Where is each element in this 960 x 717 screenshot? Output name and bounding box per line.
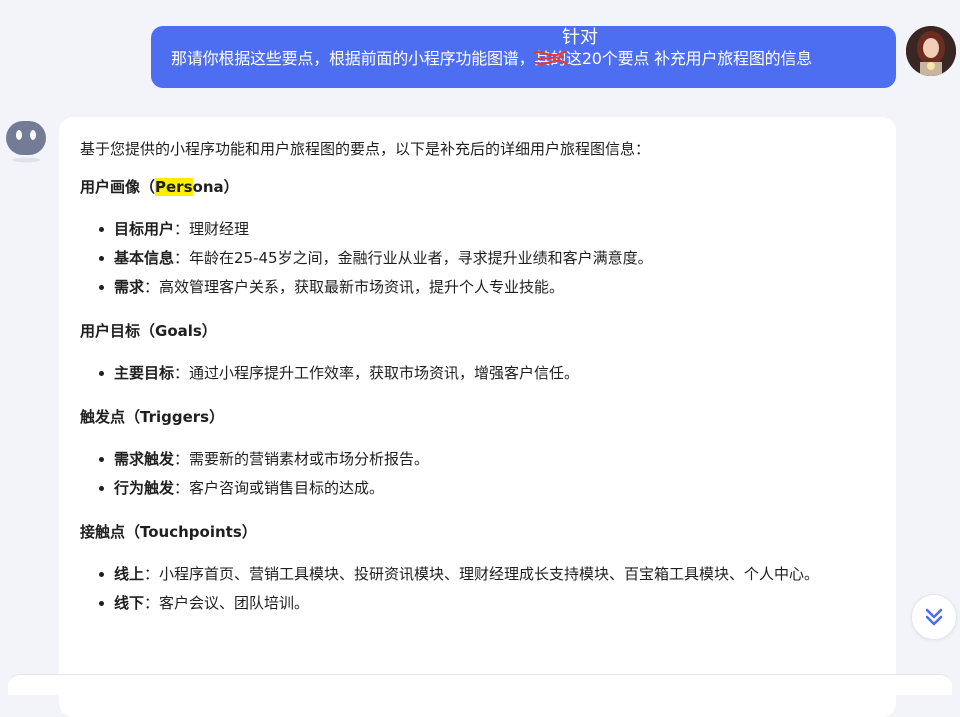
double-chevron-down-icon	[925, 608, 943, 626]
goals-list: 主要目标：通过小程序提升工作效率，获取市场资讯，增强客户信任。	[80, 359, 876, 388]
list-item: 需求触发：需要新的营销素材或市场分析报告。	[99, 445, 876, 474]
user-avatar[interactable]	[906, 26, 956, 76]
section-title-goals: 用户目标（Goals）	[80, 322, 217, 340]
section-title-persona-pre: 用户画像（	[80, 178, 156, 196]
list-item: 基本信息：年龄在25-45岁之间，金融行业从业者，寻求提升业绩和客户满意度。	[99, 244, 876, 273]
message-input-area-edge[interactable]	[8, 674, 952, 695]
item-label: 线上	[114, 565, 145, 583]
highlighted-text: Pers	[155, 178, 193, 196]
triggers-list: 需求触发：需要新的营销素材或市场分析报告。 行为触发：客户咨询或销售目标的达成。	[80, 445, 876, 503]
item-text: ：年龄在25-45岁之间，金融行业从业者，寻求提升业绩和客户满意度。	[174, 249, 653, 267]
persona-list: 目标用户：理财经理 基本信息：年龄在25-45岁之间，金融行业从业者，寻求提升业…	[80, 215, 876, 302]
list-item: 主要目标：通过小程序提升工作效率，获取市场资讯，增强客户信任。	[99, 359, 876, 388]
list-item: 行为触发：客户咨询或销售目标的达成。	[99, 474, 876, 503]
item-text: ：高效管理客户关系，获取最新市场资讯，提升个人专业技能。	[144, 278, 565, 296]
item-label: 线下	[114, 594, 145, 612]
assistant-intro-text: 基于您提供的小程序功能和用户旅程图的要点，以下是补充后的详细用户旅程图信息：	[80, 140, 651, 158]
item-text: ：需要新的营销素材或市场分析报告。	[174, 450, 430, 468]
item-text: ：理财经理	[174, 220, 250, 238]
user-photo-avatar	[906, 26, 956, 76]
inserted-correction-text: 针对	[562, 27, 598, 48]
list-item: 需求：高效管理客户关系，获取最新市场资讯，提升个人专业技能。	[99, 273, 876, 302]
touchpoints-list: 线上：小程序首页、营销工具模块、投研资讯模块、理财经理成长支持模块、百宝箱工具模…	[80, 560, 876, 618]
item-label: 需求触发	[114, 450, 175, 468]
list-item: 线上：小程序首页、营销工具模块、投研资讯模块、理财经理成长支持模块、百宝箱工具模…	[99, 560, 876, 589]
assistant-avatar	[4, 120, 48, 164]
item-text: ：通过小程序提升工作效率，获取市场资讯，增强客户信任。	[174, 364, 580, 382]
section-title-triggers: 触发点（Triggers）	[80, 408, 225, 426]
item-label: 基本信息	[114, 249, 175, 267]
struck-text-label: 其的	[534, 49, 567, 68]
item-label: 行为触发	[114, 479, 175, 497]
scroll-to-bottom-button[interactable]	[911, 594, 957, 640]
item-text: ：小程序首页、营销工具模块、投研资讯模块、理财经理成长支持模块、百宝箱工具模块、…	[144, 565, 820, 583]
item-text: ：客户咨询或销售目标的达成。	[174, 479, 385, 497]
section-title-touchpoints: 接触点（Touchpoints）	[80, 523, 257, 541]
bot-face-icon	[6, 121, 46, 163]
item-label: 目标用户	[114, 220, 175, 238]
list-item: 目标用户：理财经理	[99, 215, 876, 244]
user-message-text-after: 这20个要点 补充用户旅程图的信息	[566, 49, 813, 68]
item-label: 需求	[114, 278, 145, 296]
list-item: 线下：客户会议、团队培训。	[99, 589, 876, 618]
assistant-message-card: 基于您提供的小程序功能和用户旅程图的要点，以下是补充后的详细用户旅程图信息： 用…	[59, 117, 896, 717]
user-message-row: 那请你根据这些要点，根据前面的小程序功能图谱， 其的 这20个要点 补充用户旅程图…	[0, 26, 960, 88]
section-title-persona: 用户画像（Persona）	[80, 173, 876, 202]
user-message-text-before: 那请你根据这些要点，根据前面的小程序功能图谱，	[171, 49, 535, 68]
section-title-persona-post: ona）	[192, 178, 239, 196]
item-label: 主要目标	[114, 364, 175, 382]
user-message-bubble: 那请你根据这些要点，根据前面的小程序功能图谱， 其的 这20个要点 补充用户旅程图…	[151, 26, 896, 88]
item-text: ：客户会议、团队培训。	[144, 594, 310, 612]
